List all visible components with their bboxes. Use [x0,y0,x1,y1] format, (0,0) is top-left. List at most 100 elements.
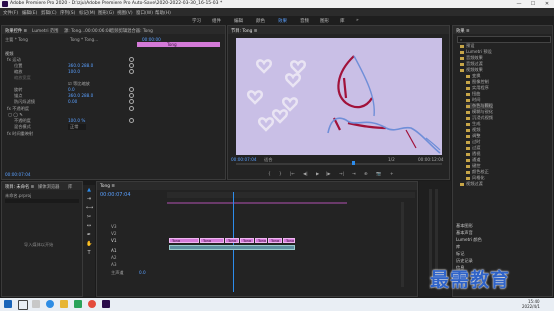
ec-clip-bar[interactable]: Tong [137,42,220,47]
tab-libraries[interactable]: 库 [68,184,72,190]
panel-markers[interactable]: 标记 [456,251,464,257]
workspace-graphics[interactable]: 图形 [320,18,329,24]
export-frame-icon[interactable]: 📷 [376,171,381,177]
minimize-button[interactable]: — [512,0,526,8]
timeline-scrollbar[interactable] [401,202,404,287]
folder-icon[interactable] [60,300,68,308]
mark-out-icon[interactable]: } [279,171,282,176]
ripple-edit-icon[interactable]: ⟷ [86,205,93,211]
video-clip[interactable]: Tong [169,238,199,243]
timeline-timecode[interactable]: 00:00:07:04 [100,192,131,198]
step-back-icon[interactable]: ◀| [303,171,308,176]
pen-icon[interactable]: ✒ [86,232,92,238]
project-search-input[interactable] [5,199,79,203]
track-a3[interactable]: A3 [111,262,117,267]
razor-icon[interactable]: ✂ [86,214,92,220]
ec-flicker-value[interactable]: 0.00 [68,99,77,104]
panel-essential-sound[interactable]: 基本声音 [456,230,473,236]
reset-icon[interactable] [129,106,134,111]
maximize-button[interactable]: ☐ [526,0,540,8]
video-clip[interactable]: Tong [200,238,224,243]
workspace-color[interactable]: 颜色 [256,18,265,24]
type-icon[interactable]: T [86,250,92,256]
tab-program[interactable]: 节目: Tong ≡ [231,28,257,34]
close-button[interactable]: ✕ [540,0,554,8]
panel-libraries[interactable]: 库 [456,244,460,250]
tab-lumetri-scopes[interactable]: Lumetri 范围 [32,28,58,34]
ec-anchor-value[interactable]: 360.0 288.0 [68,93,93,98]
effects-item[interactable]: 视频过渡 [460,181,483,187]
effects-search-input[interactable]: ⌕ [457,36,551,43]
reset-icon[interactable] [129,87,134,92]
resolution-select[interactable]: 1/2 [388,157,395,162]
clock-date[interactable]: 2022/4/1 [522,304,540,309]
menu-graphics[interactable]: 图形(G) [98,10,114,16]
program-preview[interactable] [236,38,442,155]
ec-opacity-value[interactable]: 100.0 % [68,118,85,123]
edge-icon[interactable] [46,300,54,308]
mark-in-icon[interactable]: { [268,171,271,176]
menu-view[interactable]: 视图(V) [117,10,133,16]
video-clip[interactable]: Tong [255,238,267,243]
go-to-out-icon[interactable]: →| [339,171,344,176]
search-icon[interactable] [18,300,28,310]
reset-icon[interactable] [129,63,134,68]
program-scrub-bar[interactable] [236,163,442,165]
panel-lumetri-color[interactable]: Lumetri 颜色 [456,237,482,243]
workspace-assembly[interactable]: 组件 [212,18,221,24]
workspace-libraries[interactable]: 库 [340,18,345,24]
workspace-effects[interactable]: 效果 [278,18,287,24]
extract-icon[interactable]: ⊕ [364,171,368,176]
track-v2[interactable]: V2 [111,231,117,236]
start-icon[interactable] [4,300,12,308]
work-area-bar[interactable] [167,202,347,204]
audio-clip[interactable] [169,245,295,250]
ec-position-value[interactable]: 360.0 288.0 [68,63,93,68]
lift-icon[interactable]: ⇥ [352,171,356,176]
reset-icon[interactable] [129,69,134,74]
chat-icon[interactable] [74,300,82,308]
track-v1[interactable]: V1 [111,238,117,243]
workspace-learn[interactable]: 学习 [192,18,201,24]
menu-window[interactable]: 窗口(W) [136,10,153,16]
chrome-icon[interactable] [88,300,96,308]
reset-icon[interactable] [129,99,134,104]
video-clip[interactable]: Tong [268,238,282,243]
panel-basic-graphics[interactable]: 基本图形 [456,223,473,229]
tab-audio-clip-mixer[interactable]: 音频剪辑混合器: Tong [110,28,153,34]
ec-mask-shapes-icon[interactable]: ▢ ◯ ✎ [8,112,23,117]
tab-source[interactable]: 源: Tong...00:00:06:08 [64,28,111,34]
workspace-editing[interactable]: 编辑 [234,18,243,24]
ec-blend-mode-select[interactable]: 正常 [68,124,87,130]
tab-media-browser[interactable]: 媒体浏览器 [38,184,59,190]
tab-effects[interactable]: 效果 ≡ [456,28,470,34]
track-a1[interactable]: A1 [111,248,117,253]
menu-file[interactable]: 文件(F) [3,10,18,16]
ec-rotation-value[interactable]: 0.0 [68,87,75,92]
hand-icon[interactable]: ✋ [86,241,92,247]
source-label[interactable]: 主要 * Tong [5,37,28,43]
playhead-icon[interactable] [352,161,355,165]
menu-help[interactable]: 帮助(H) [155,10,171,16]
tab-effect-controls[interactable]: 效果控件 ≡ [5,28,27,34]
video-clip[interactable]: Tong [240,238,254,243]
taskview-icon[interactable] [32,300,40,308]
track-v3[interactable]: V3 [111,224,117,229]
track-select-icon[interactable]: ⇥ [86,196,92,202]
reset-icon[interactable] [129,57,134,62]
menu-edit[interactable]: 编辑(E) [22,10,37,16]
workspace-audio[interactable]: 音频 [300,18,309,24]
video-clip[interactable]: Tong [225,238,239,243]
menu-clip[interactable]: 剪辑(C) [41,10,57,16]
sequence-label[interactable]: Tong * Tong... [70,37,98,42]
workspace-more[interactable]: » [356,18,359,23]
panel-history[interactable]: 历史记录 [456,258,473,264]
tab-timeline[interactable]: Tong ≡ [100,184,115,189]
premiere-taskbar-icon[interactable] [102,300,110,308]
master-track-value[interactable]: 0.0 [139,270,146,275]
track-a2[interactable]: A2 [111,255,117,260]
menu-marker[interactable]: 标记(M) [79,10,95,16]
button-editor-icon[interactable]: + [390,171,394,176]
project-empty-hint[interactable]: 导入媒体以开始 [24,242,53,248]
video-clip[interactable]: Tong [283,238,295,243]
